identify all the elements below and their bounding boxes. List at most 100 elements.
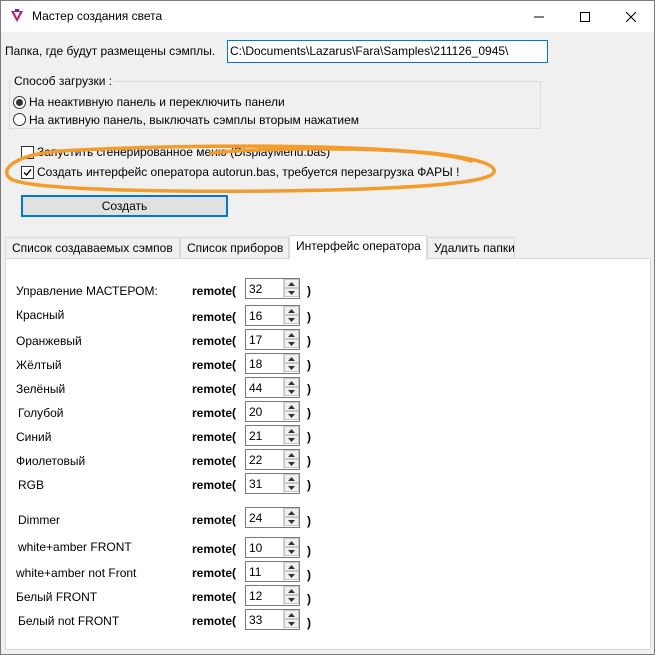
arrow-down-icon [288, 549, 295, 554]
spin-up-button[interactable] [284, 610, 299, 619]
spin-up-button[interactable] [284, 474, 299, 483]
spin-up-button[interactable] [284, 586, 299, 595]
arrow-up-icon [288, 540, 295, 545]
load-mode-legend: Способ загрузки : [12, 74, 115, 88]
arrow-down-icon [288, 317, 295, 322]
spin-buttons [283, 508, 299, 527]
spin-up-button[interactable] [284, 306, 299, 315]
maximize-button[interactable] [562, 1, 608, 32]
spin-down-button[interactable] [284, 339, 299, 348]
spin-value[interactable]: 17 [249, 333, 262, 347]
spin-up-button[interactable] [284, 426, 299, 435]
spin-lightblue[interactable]: 20 [245, 401, 300, 422]
tab-operator-interface[interactable]: Интерфейс оператора [289, 235, 427, 260]
spin-white-amber-front[interactable]: 10 [245, 537, 300, 558]
row-label-white-amber-not-front: white+amber not Front [16, 566, 137, 580]
checkmark-icon [23, 169, 32, 177]
spin-blue[interactable]: 21 [245, 425, 300, 446]
spin-down-button[interactable] [284, 483, 299, 492]
spin-down-button[interactable] [284, 619, 299, 628]
row-label-green: Зелёный [16, 382, 66, 396]
radio-inactive-panel[interactable] [13, 96, 26, 109]
spin-value[interactable]: 22 [249, 453, 262, 467]
app-icon [11, 9, 23, 22]
tab-devices-list[interactable]: Список приборов [180, 237, 289, 259]
operator-interface-panel [5, 258, 651, 650]
spin-up-button[interactable] [284, 378, 299, 387]
spin-value[interactable]: 24 [249, 511, 262, 525]
spin-value[interactable]: 33 [249, 613, 262, 627]
spin-violet[interactable]: 22 [245, 449, 300, 470]
spin-yellow[interactable]: 18 [245, 353, 300, 374]
close-paren: ) [307, 478, 311, 492]
spin-down-button[interactable] [284, 411, 299, 420]
spin-value[interactable]: 18 [249, 357, 262, 371]
create-button[interactable]: Создать [21, 195, 228, 217]
spin-down-button[interactable] [284, 547, 299, 556]
arrow-up-icon [288, 404, 295, 409]
spin-value[interactable]: 16 [249, 309, 262, 323]
window-title: Мастер создания света [32, 9, 163, 23]
spin-buttons [283, 450, 299, 469]
radio-active-panel[interactable] [13, 113, 26, 126]
arrow-down-icon [288, 621, 295, 626]
spin-value[interactable]: 10 [249, 541, 262, 555]
spin-down-button[interactable] [284, 387, 299, 396]
spin-buttons [283, 279, 299, 298]
close-button[interactable] [608, 1, 654, 32]
close-paren: ) [307, 616, 311, 630]
spin-down-button[interactable] [284, 435, 299, 444]
spin-value[interactable]: 31 [249, 477, 262, 491]
spin-down-button[interactable] [284, 517, 299, 526]
spin-master[interactable]: 32 [245, 278, 300, 299]
spin-value[interactable]: 21 [249, 429, 262, 443]
spin-down-button[interactable] [284, 571, 299, 580]
spin-down-button[interactable] [284, 315, 299, 324]
spin-white-front[interactable]: 12 [245, 585, 300, 606]
tab-delete-folders[interactable]: Удалить папки [427, 237, 515, 259]
checkbox-create-interface[interactable] [21, 166, 34, 179]
checkbox-run-menu[interactable] [21, 146, 34, 159]
spin-buttons [283, 402, 299, 421]
spin-up-button[interactable] [284, 279, 299, 288]
spin-down-button[interactable] [284, 459, 299, 468]
spin-value[interactable]: 20 [249, 405, 262, 419]
spin-down-button[interactable] [284, 288, 299, 297]
row-label-white-not-front: Белый not FRONT [18, 614, 120, 628]
tab-samples-list[interactable]: Список создаваемых сэмпов [5, 237, 180, 259]
close-paren: ) [307, 284, 311, 298]
folder-label: Папка, где будут размещены сэмплы. [5, 44, 216, 58]
arrow-up-icon [288, 380, 295, 385]
spin-white-amber-not-front[interactable]: 11 [245, 561, 300, 582]
spin-rgb[interactable]: 31 [245, 473, 300, 494]
spin-up-button[interactable] [284, 538, 299, 547]
spin-dimmer[interactable]: 24 [245, 507, 300, 528]
spin-up-button[interactable] [284, 450, 299, 459]
spin-up-button[interactable] [284, 402, 299, 411]
minimize-button[interactable] [516, 1, 562, 32]
folder-path-input[interactable]: C:\Documents\Lazarus\Fara\Samples\211126… [227, 40, 548, 63]
close-paren: ) [307, 568, 311, 582]
spin-white-not-front[interactable]: 33 [245, 609, 300, 630]
arrow-up-icon [288, 510, 295, 515]
close-paren: ) [307, 358, 311, 372]
title-bar: Мастер создания света [1, 1, 654, 32]
remote-label-blue: remote( [192, 430, 237, 444]
spin-down-button[interactable] [284, 363, 299, 372]
spin-value[interactable]: 12 [249, 589, 262, 603]
spin-up-button[interactable] [284, 508, 299, 517]
radio-inactive-panel-label: На неактивную панель и переключить панел… [29, 95, 285, 109]
spin-green[interactable]: 44 [245, 377, 300, 398]
row-label-violet: Фиолетовый [16, 454, 86, 468]
spin-red[interactable]: 16 [245, 305, 300, 326]
spin-down-button[interactable] [284, 595, 299, 604]
remote-label-white-amber-not-front: remote( [192, 566, 237, 580]
spin-value[interactable]: 11 [249, 565, 261, 579]
arrow-up-icon [288, 308, 295, 313]
spin-up-button[interactable] [284, 562, 299, 571]
spin-value[interactable]: 32 [249, 282, 262, 296]
spin-value[interactable]: 44 [249, 381, 262, 395]
spin-up-button[interactable] [284, 330, 299, 339]
spin-up-button[interactable] [284, 354, 299, 363]
spin-orange[interactable]: 17 [245, 329, 300, 350]
